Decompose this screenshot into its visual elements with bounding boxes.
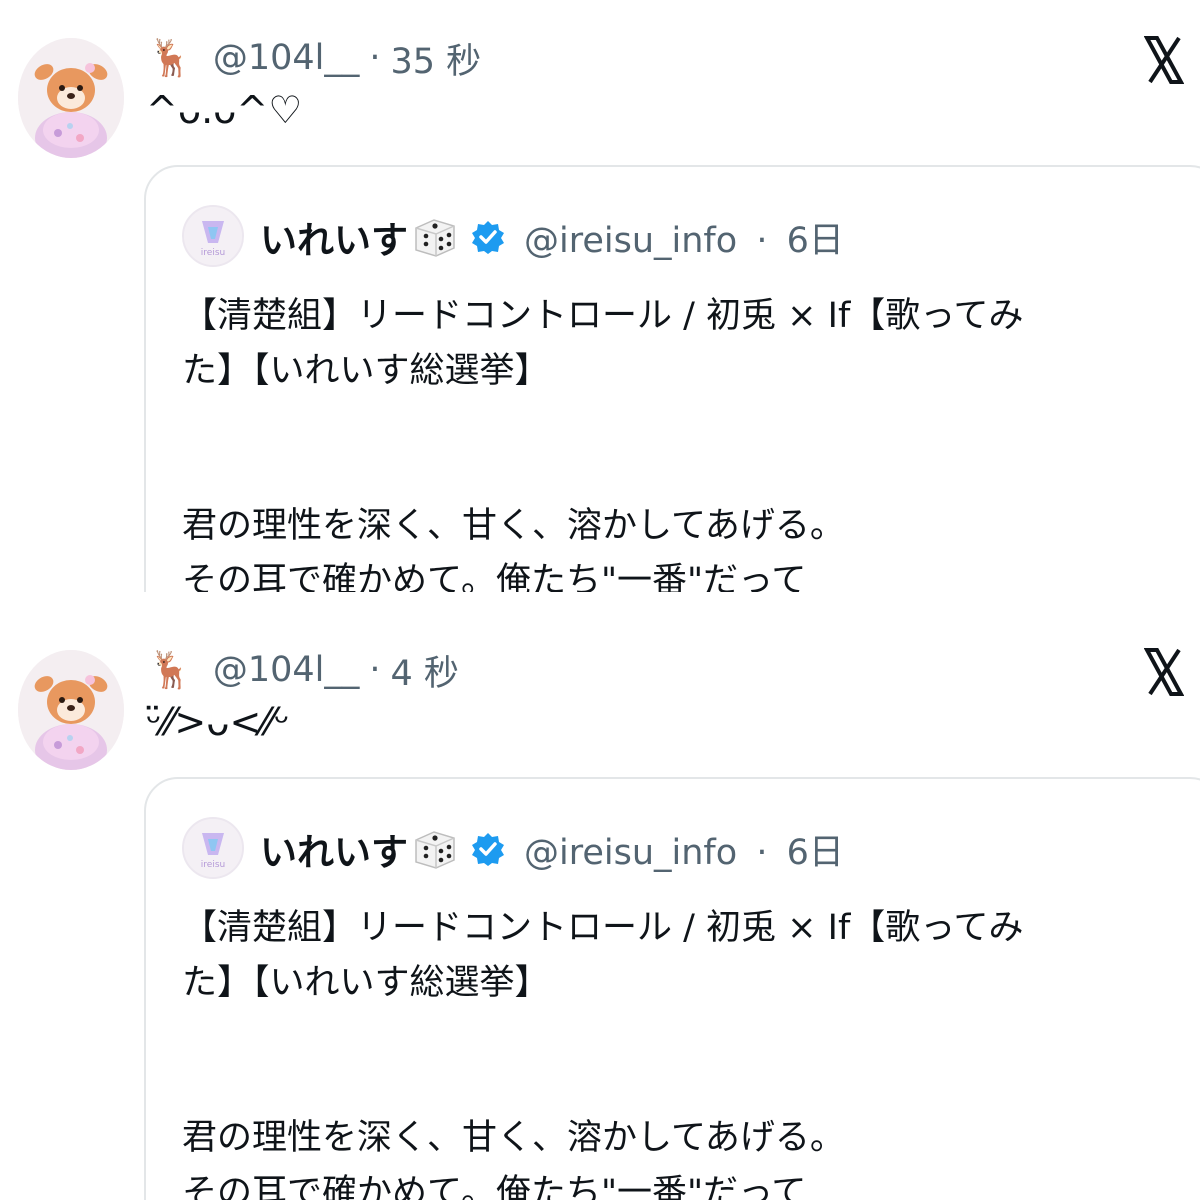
quoted-text-line: た】【いれいす総選挙】	[182, 351, 550, 391]
quoted-timestamp[interactable]: 6日	[787, 221, 844, 261]
quoted-text-line: その耳で確かめて。俺たち"一番"だって	[182, 1173, 807, 1200]
separator-dot: ·	[756, 832, 768, 873]
quoted-tweet-header: いれいす @ireisu_info · 6日	[260, 821, 844, 877]
quoted-text-line: 【清楚組】リードコントロール / 初兎 × If【歌ってみ	[182, 908, 1024, 948]
quoted-user-handle[interactable]: @ireisu_info	[524, 833, 737, 873]
svg-text:ireisu: ireisu	[201, 860, 225, 870]
ireisu-logo-icon: ireisu	[184, 207, 242, 265]
quoted-user-avatar[interactable]: ireisu	[182, 817, 244, 879]
svg-text:ireisu: ireisu	[201, 248, 225, 258]
quoted-user-name[interactable]: いれいす	[260, 822, 408, 876]
verified-badge-icon	[472, 221, 504, 254]
dice-icon	[415, 831, 455, 869]
separator-dot: ·	[756, 220, 768, 261]
quoted-text-line: 君の理性を深く、甘く、溶かしてあげる。	[182, 506, 845, 546]
quoted-text-line: 【清楚組】リードコントロール / 初兎 × If【歌ってみ	[182, 296, 1024, 336]
quoted-tweet-card[interactable]: ireisu いれいす @ireisu_info · 6日 【清楚組】リードコン…	[144, 165, 1200, 592]
quoted-text-line: た】【いれいす総選挙】	[182, 963, 550, 1003]
quoted-tweet-text: 【清楚組】リードコントロール / 初兎 × If【歌ってみ た】【いれいす総選挙…	[182, 289, 1152, 592]
quoted-user-name[interactable]: いれいす	[260, 210, 408, 264]
quoted-text-line: 君の理性を深く、甘く、溶かしてあげる。	[182, 1118, 845, 1158]
quoted-tweet-header: いれいす @ireisu_info · 6日	[260, 209, 844, 265]
ireisu-logo-icon: ireisu	[184, 819, 242, 877]
tweet[interactable]: 🦌 @104l__ · 35 秒 ^ᴗ.ᴗ^♡ ireisu いれいす @ire…	[0, 0, 1200, 600]
dice-icon	[415, 219, 455, 257]
quoted-user-avatar[interactable]: ireisu	[182, 205, 244, 267]
quoted-tweet-card[interactable]: ireisu いれいす @ireisu_info · 6日 【清楚組】リードコン…	[144, 777, 1200, 1200]
verified-badge-icon	[472, 833, 504, 866]
tweet[interactable]: 🦌 @104l__ · 4 秒 ᵕ̈⁄⁄>ᴗ<⁄⁄ᵕ ireisu いれいす @…	[0, 612, 1200, 1200]
quoted-text-line: その耳で確かめて。俺たち"一番"だって	[182, 561, 807, 592]
quoted-timestamp[interactable]: 6日	[787, 833, 844, 873]
quoted-user-handle[interactable]: @ireisu_info	[524, 221, 737, 261]
quoted-tweet-text: 【清楚組】リードコントロール / 初兎 × If【歌ってみ た】【いれいす総選挙…	[182, 901, 1152, 1200]
